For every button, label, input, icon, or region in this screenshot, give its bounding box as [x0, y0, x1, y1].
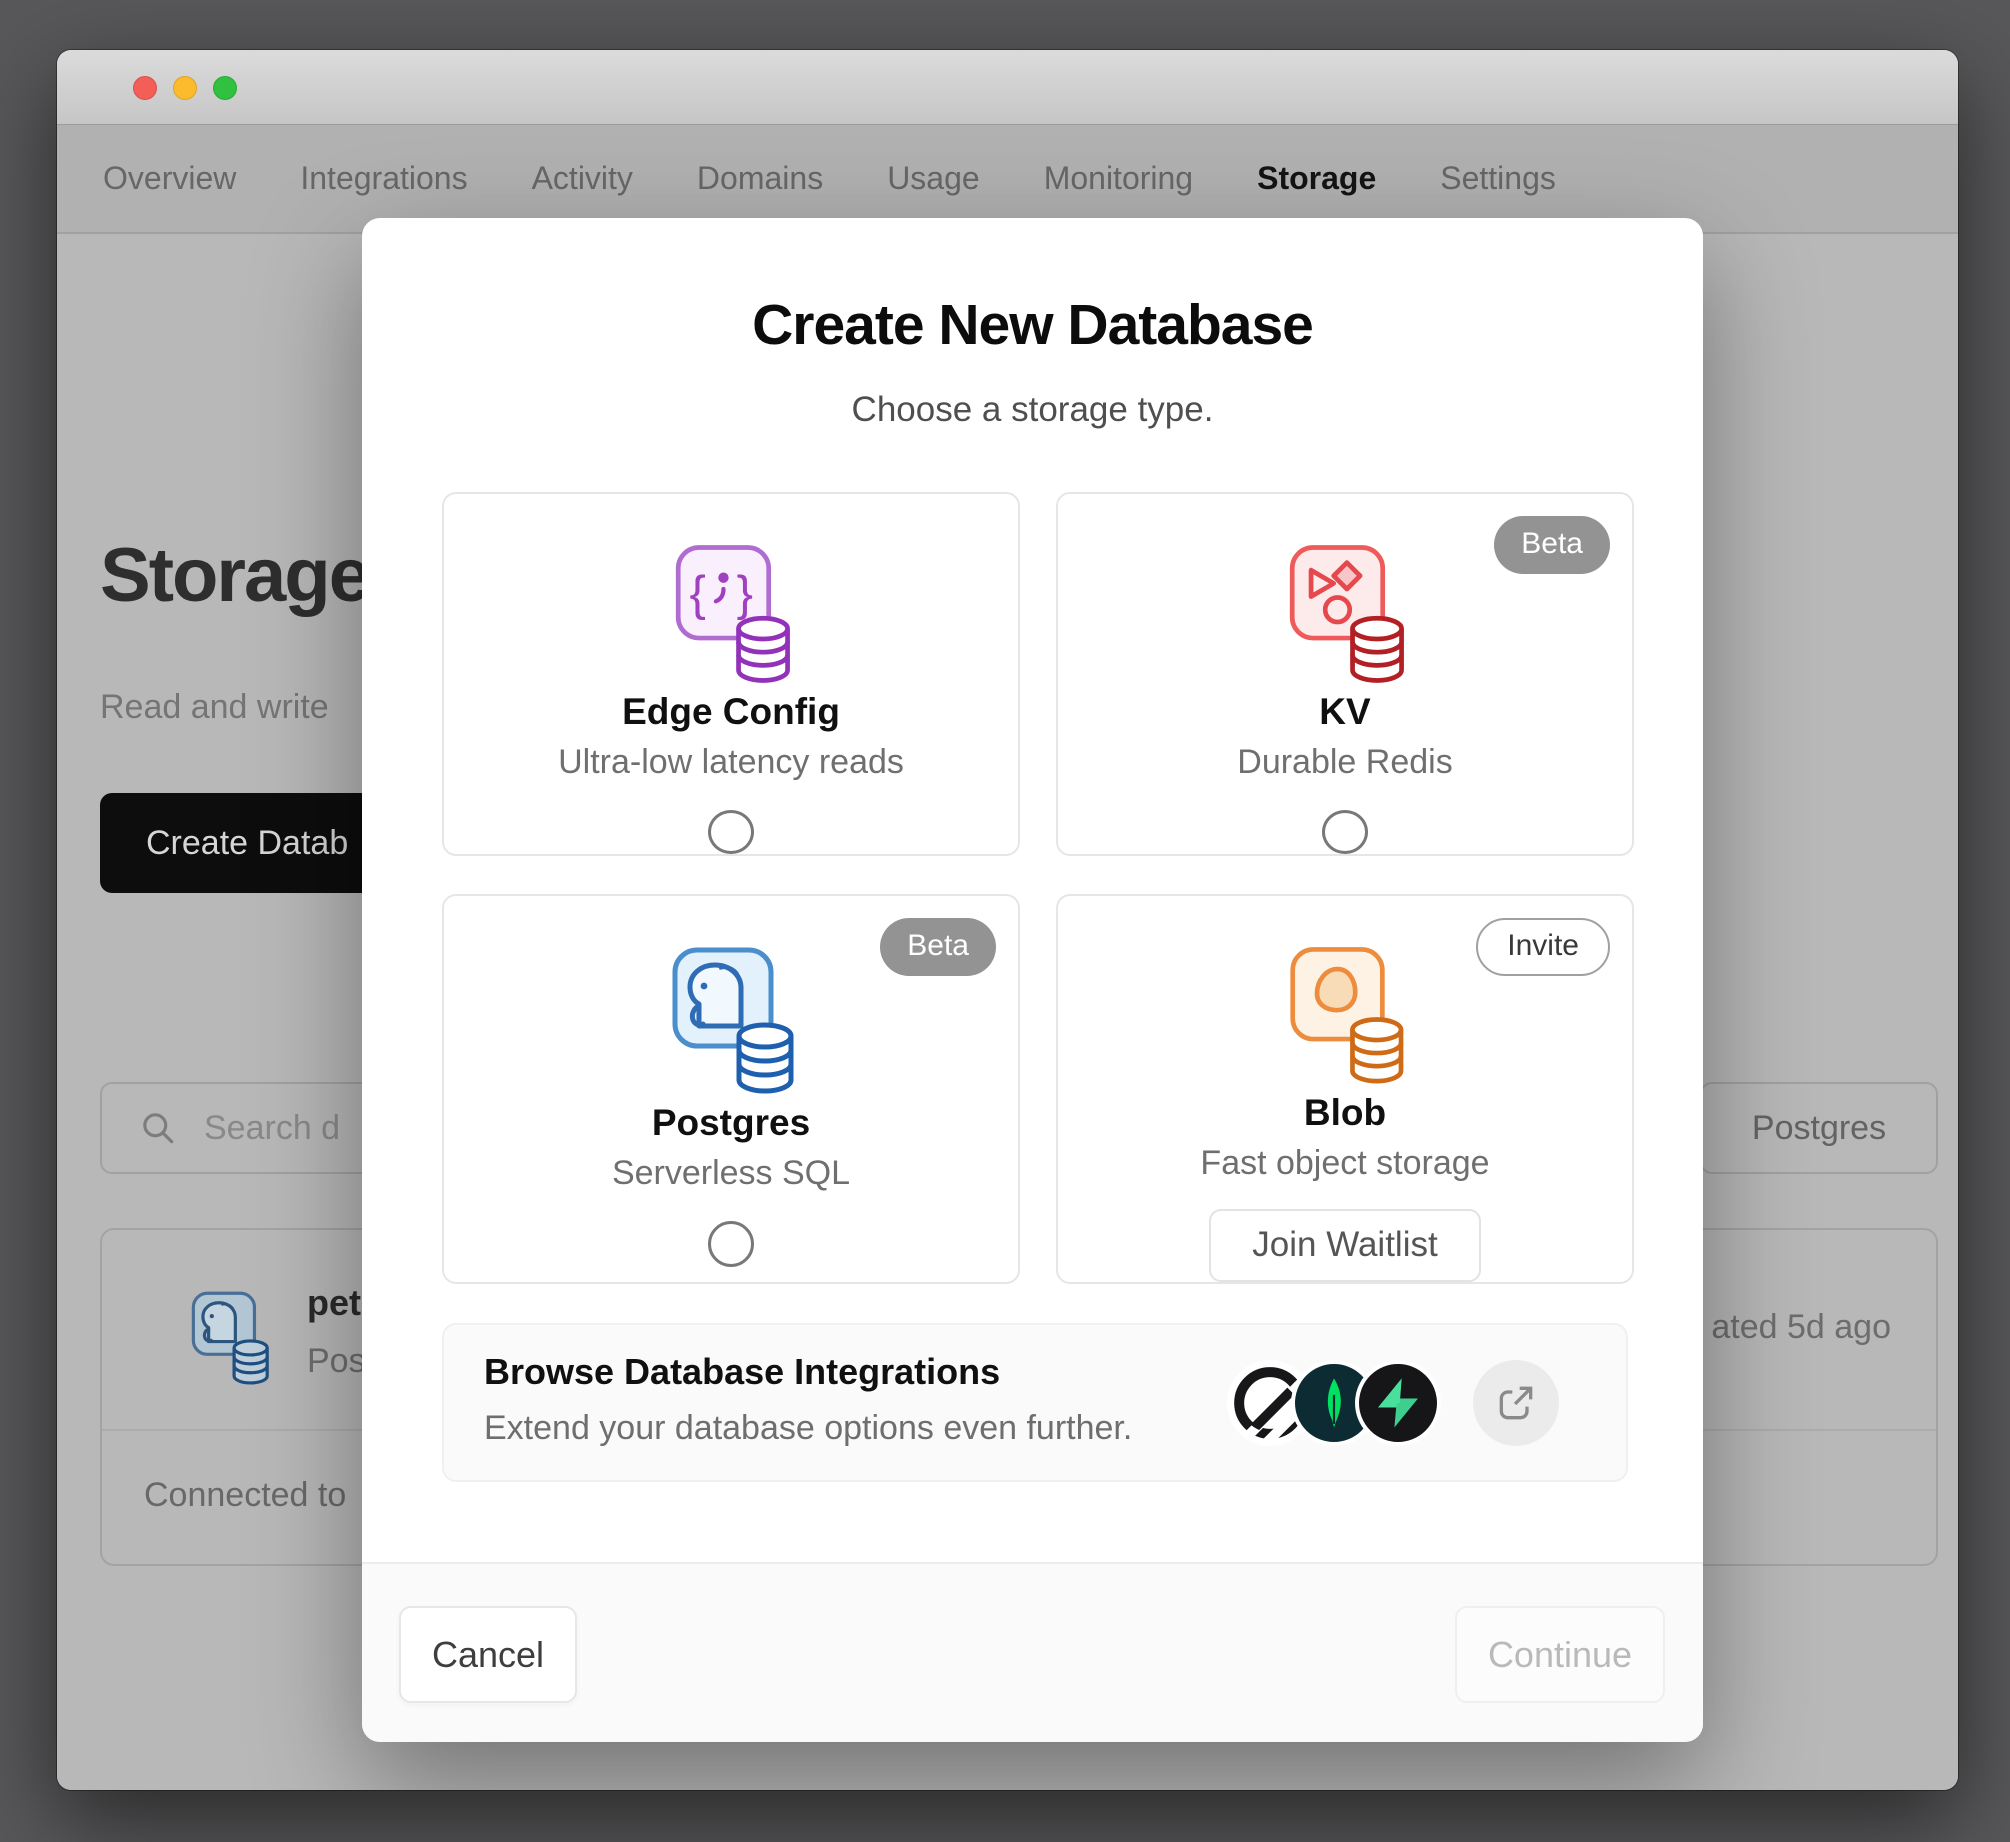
option-description: Durable Redis [1237, 743, 1453, 782]
create-database-modal: Create New Database Choose a storage typ… [362, 218, 1703, 1742]
storage-option-blob[interactable]: Invite Blob Fast object storage Join Wai… [1056, 894, 1634, 1284]
tab-usage[interactable]: Usage [887, 160, 980, 197]
option-description: Ultra-low latency reads [558, 743, 904, 782]
external-link-icon [1499, 1386, 1533, 1420]
option-description: Fast object storage [1200, 1143, 1490, 1182]
blob-icon [1290, 947, 1404, 1084]
storage-option-postgres[interactable]: Beta Postgres Serverless SQL [442, 894, 1020, 1284]
tab-activity[interactable]: Activity [532, 160, 633, 197]
database-connection: Connected to [144, 1476, 347, 1514]
postgres-radio[interactable] [708, 1221, 754, 1267]
browse-integrations-banner[interactable]: Browse Database Integrations Extend your… [442, 1323, 1628, 1482]
postgres-tile-icon [191, 1291, 269, 1385]
supabase-logo [1355, 1360, 1441, 1446]
search-placeholder: Search d [204, 1108, 341, 1147]
tab-domains[interactable]: Domains [697, 160, 823, 197]
storage-option-kv[interactable]: Beta KV Durable Redis [1056, 492, 1634, 856]
page-subtitle: Read and write [100, 688, 329, 726]
screenshot-root: Overview Integrations Activity Domains U… [0, 0, 2010, 1842]
beta-badge: Beta [1494, 516, 1610, 574]
continue-button[interactable]: Continue [1455, 1606, 1665, 1703]
database-updated: ated 5d ago [1711, 1308, 1891, 1346]
option-name: Edge Config [622, 691, 840, 733]
option-name: Postgres [651, 1102, 811, 1143]
tab-integrations[interactable]: Integrations [300, 160, 467, 197]
invite-badge: Invite [1476, 918, 1610, 976]
storage-type-grid: { } Edge Config Ultra-low latency reads … [442, 492, 1634, 1284]
tab-overview[interactable]: Overview [103, 160, 236, 197]
join-waitlist-button[interactable]: Join Waitlist [1209, 1208, 1481, 1282]
svg-text:{: { [690, 567, 706, 621]
postgres-icon [672, 947, 794, 1094]
edge-config-radio[interactable] [708, 810, 754, 854]
svg-text:}: } [737, 567, 753, 621]
minimize-window-button[interactable] [173, 76, 197, 100]
zoom-window-button[interactable] [213, 76, 237, 100]
page-title: Storage [100, 533, 371, 618]
tab-settings[interactable]: Settings [1440, 160, 1556, 197]
window-titlebar [57, 50, 1958, 125]
integrations-subtitle: Extend your database options even furthe… [484, 1409, 1133, 1447]
cancel-button[interactable]: Cancel [399, 1606, 577, 1703]
search-icon [143, 1113, 174, 1144]
kv-icon [1289, 545, 1404, 683]
beta-badge: Beta [880, 918, 996, 976]
edge-config-icon: { } [675, 545, 790, 683]
storage-option-edge-config[interactable]: { } Edge Config Ultra-low latency reads [442, 492, 1020, 856]
tab-monitoring[interactable]: Monitoring [1044, 160, 1193, 197]
type-filter-dropdown[interactable]: Postgres [1700, 1082, 1938, 1174]
option-name: KV [1319, 691, 1371, 733]
option-name: Blob [1303, 1091, 1387, 1133]
option-description: Serverless SQL [611, 1154, 851, 1192]
modal-footer: Cancel Continue [362, 1562, 1703, 1742]
app-window: Overview Integrations Activity Domains U… [57, 50, 1958, 1790]
modal-subtitle: Choose a storage type. [851, 390, 1214, 429]
kv-radio[interactable] [1322, 810, 1368, 854]
modal-title: Create New Database [752, 293, 1314, 357]
integrations-title: Browse Database Integrations [484, 1351, 1001, 1392]
tab-storage[interactable]: Storage [1257, 160, 1376, 197]
external-link-button[interactable] [1473, 1360, 1559, 1446]
close-window-button[interactable] [133, 76, 157, 100]
